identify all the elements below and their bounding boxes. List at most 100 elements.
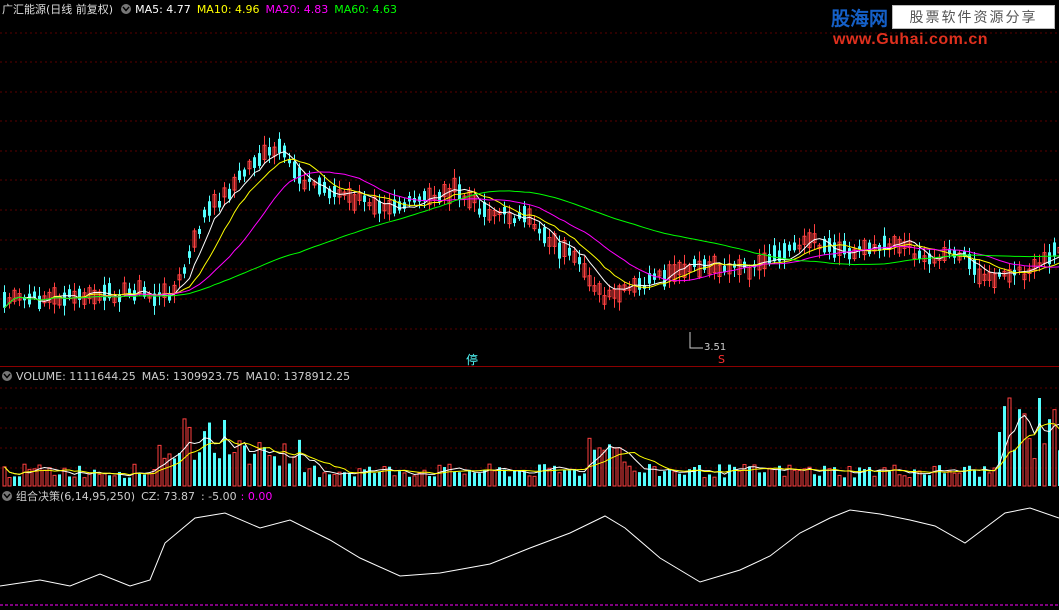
volume-bar-up — [87, 473, 92, 487]
volume-bar-up — [807, 466, 812, 487]
volume-bar-down — [668, 469, 671, 486]
volume-bar-down — [468, 469, 471, 486]
candle-down — [523, 206, 526, 223]
volume-chart[interactable] — [0, 368, 1059, 488]
volume-bar-up — [797, 470, 802, 487]
volume-bar-down — [373, 473, 376, 486]
volume-bar-down — [678, 473, 681, 486]
volume-bar-down — [208, 422, 211, 486]
candle-down — [868, 242, 871, 254]
volume-bar-down — [193, 459, 196, 486]
indicator-chart-pane[interactable]: 组合决策(6,14,95,250) CZ: 73.87 : -5.00 : 0.… — [0, 488, 1059, 610]
chevron-down-icon[interactable] — [121, 4, 132, 14]
candle-down — [203, 209, 206, 218]
volume-bar-down — [78, 465, 81, 486]
volume-bar-up — [632, 470, 637, 487]
volume-bar-up — [357, 468, 362, 487]
volume-bar-up — [737, 470, 742, 487]
candle-down — [513, 218, 516, 223]
low-price-marker: 3.51 — [704, 342, 727, 353]
candle-down — [783, 243, 786, 260]
volume-bar-up — [782, 475, 787, 487]
volume-bar-up — [2, 466, 7, 487]
volume-bar-down — [1038, 398, 1041, 486]
price-chart-pane[interactable]: 广汇能源(日线 前复权) MA5: 4.77 MA10: 4.96 MA20: … — [0, 0, 1059, 367]
volume-bar-down — [553, 465, 556, 486]
volume-bar-down — [398, 471, 401, 486]
volume-bar-down — [563, 469, 566, 486]
volume-bar-up — [907, 477, 912, 487]
volume-bar-up — [622, 461, 627, 487]
volume-bar-up — [952, 472, 957, 487]
volume-bar-down — [343, 472, 346, 486]
volume-bar-down — [408, 476, 411, 486]
candle-down — [503, 207, 506, 215]
pane-divider[interactable] — [0, 366, 1059, 367]
chevron-down-icon[interactable] — [2, 371, 12, 381]
volume-bar-up — [102, 473, 107, 487]
volume-bar-down — [58, 474, 61, 486]
candle-down — [568, 247, 571, 256]
ma10-label: MA10: 4.96 — [196, 2, 260, 16]
candle-down — [918, 250, 921, 260]
candle-down — [378, 200, 381, 214]
volume-bar-up — [872, 475, 877, 487]
volume-bar-up — [22, 463, 27, 487]
indicator-chart[interactable] — [0, 488, 1059, 610]
volume-bar-up — [187, 426, 192, 487]
watermark-tagline: 股票软件资源分享 — [892, 5, 1055, 29]
chevron-down-icon[interactable] — [2, 491, 12, 501]
candle-down — [293, 161, 296, 179]
volume-bar-down — [683, 474, 686, 486]
candle-down — [483, 202, 486, 217]
volume-bar-down — [198, 452, 201, 486]
volume-bar-up — [742, 464, 747, 487]
volume-bar-down — [213, 452, 216, 486]
candle-down — [183, 267, 186, 274]
price-chart[interactable] — [0, 0, 1059, 366]
volume-bar-up — [332, 473, 337, 487]
volume-bar-up — [82, 477, 87, 487]
volume-bar-up — [267, 455, 272, 487]
volume-bar-down — [243, 445, 246, 486]
volume-bar-down — [223, 419, 226, 486]
volume-bar-up — [672, 471, 677, 487]
candle-down — [128, 288, 131, 294]
volume-bar-up — [112, 475, 117, 487]
volume-bar-down — [138, 472, 141, 486]
volume-bar-down — [68, 476, 71, 486]
volume-bar-down — [928, 475, 931, 486]
volume-bar-down — [143, 474, 146, 486]
volume-bar-up — [52, 474, 57, 487]
volume-bar-down — [648, 464, 651, 486]
volume-bar-up — [462, 473, 467, 487]
volume-bar-down — [178, 452, 181, 486]
volume-bar-down — [288, 463, 291, 486]
ma5-label: MA5: 4.77 — [135, 2, 191, 16]
volume-bar-down — [513, 470, 516, 486]
candle-down — [538, 228, 541, 234]
volume-bar-up — [612, 447, 617, 487]
candle-down — [3, 292, 6, 308]
volume-bar-down — [818, 475, 821, 486]
candle-down — [38, 295, 41, 309]
volume-bar-up — [702, 477, 707, 487]
candle-down — [578, 257, 581, 265]
volume-bar-up — [7, 476, 12, 487]
stock-title: 广汇能源(日线 前复权) — [2, 3, 114, 16]
candle-down — [258, 153, 261, 166]
volume-chart-pane[interactable]: VOLUME: 1111644.25 MA5: 1309923.75 MA10:… — [0, 368, 1059, 488]
candle-down — [333, 186, 336, 197]
volume-bar-down — [318, 477, 321, 486]
volume-bar-down — [368, 466, 371, 486]
volume-bar-up — [837, 474, 842, 487]
volume-bar-down — [978, 476, 981, 486]
volume-bar-down — [303, 472, 306, 486]
volume-bar-up — [447, 463, 452, 487]
volume-bar-down — [353, 476, 356, 486]
candle-down — [638, 278, 641, 290]
volume-bar-up — [957, 472, 962, 487]
volume-bar-down — [973, 469, 976, 486]
volume-bar-up — [247, 463, 252, 487]
volume-bar-up — [557, 472, 562, 487]
